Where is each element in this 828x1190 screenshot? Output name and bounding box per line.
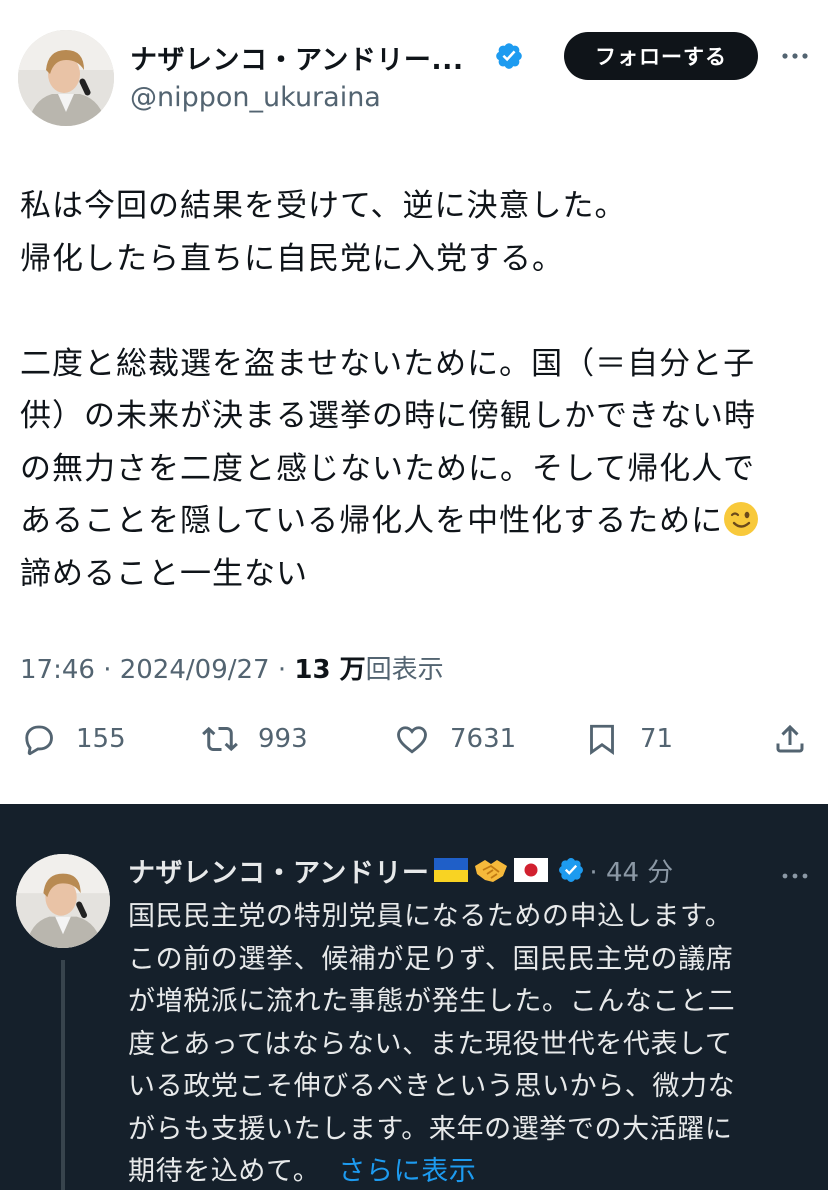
bookmark-icon xyxy=(590,724,614,755)
verified-badge-icon xyxy=(559,858,584,882)
retweet-icon xyxy=(202,726,238,752)
tweet-text-line: の無力さを二度と感じないために。そして帰化人で xyxy=(20,450,756,487)
reply-text-line: 国民民主党の特別党員になるための申込します。 xyxy=(128,901,733,932)
follow-button[interactable]: フォローする xyxy=(564,32,758,80)
like-button[interactable]: 7631 xyxy=(394,712,516,766)
author-name[interactable]: ナザレンコ・アンドリー... xyxy=(130,38,464,77)
more-icon[interactable] xyxy=(780,864,810,888)
bookmark-count: 71 xyxy=(640,724,674,754)
view-count: 13 万 xyxy=(294,655,366,685)
reply-text-line: がらも支援いたします。来年の選挙での大活躍に xyxy=(128,1113,733,1145)
reply-text-line: が増税派に流れた事態が発生した。こんなこと二 xyxy=(128,986,736,1017)
tweet-text-line-with-emoji: あることを隠している帰化人を中性化するために xyxy=(20,495,820,548)
main-tweet: ナザレンコ・アンドリー... @nippon_ukuraina フォローする 私… xyxy=(0,0,828,804)
reply-button[interactable]: 155 xyxy=(20,712,126,766)
ukraine-flag-emoji xyxy=(434,858,469,882)
reply-text-line: 度とあってはならない、また現役世代を代表して xyxy=(128,1028,733,1060)
avatar[interactable] xyxy=(18,30,114,126)
japan-flag-emoji xyxy=(514,858,549,882)
reply-text-fragment: 期待を込めて。 xyxy=(128,1156,321,1187)
avatar[interactable] xyxy=(16,854,110,948)
author-handle[interactable]: @nippon_ukuraina xyxy=(130,82,381,113)
reply-header: ナザレンコ・アンドリー · 44 分 xyxy=(128,851,673,890)
view-label: 回表示 xyxy=(365,655,444,685)
bookmark-button[interactable]: 71 xyxy=(584,712,673,766)
tweet-text-line: 諦めること一生ない xyxy=(20,555,308,592)
reply-text-line: この前の選挙、候補が足りず、国民民主党の議席 xyxy=(128,943,734,975)
tweet-text-line: 帰化したら直ちに自民党に入党する。 xyxy=(20,240,564,277)
action-bar: 155 993 7631 71 xyxy=(0,712,828,766)
quoted-reply-tweet[interactable]: ナザレンコ・アンドリー · 44 分 国民民主党の特別党員になるための申込します… xyxy=(0,804,828,1190)
share-icon xyxy=(776,724,804,753)
like-count: 7631 xyxy=(450,724,517,754)
handshake-emoji xyxy=(475,860,508,882)
thread-line xyxy=(61,960,65,1190)
heart-icon xyxy=(397,726,427,754)
reply-timestamp[interactable]: · 44 分 xyxy=(589,852,673,889)
reply-text-line-last: 期待を込めて。 さらに表示 xyxy=(128,1151,818,1190)
more-icon[interactable] xyxy=(780,44,810,68)
reply-icon xyxy=(25,725,53,756)
reply-count: 155 xyxy=(76,724,126,754)
tweet-text-fragment: あることを隠している帰化人を中性化するために xyxy=(20,503,724,539)
reply-text-line: いる政党こそ伸びるべきという思いから、微力な xyxy=(128,1071,736,1102)
tweet-text-line: 二度と総裁選を盗ませないために。国（＝自分と子 xyxy=(20,345,756,382)
tweet-text-line: 供）の未来が決まる選挙の時に傍観しかできない時 xyxy=(20,398,756,434)
timestamp[interactable]: 17:46 · 2024/09/27 · xyxy=(20,655,294,685)
tweet-text-line: 私は今回の結果を受けて、逆に決意した。 xyxy=(20,188,627,224)
author-name[interactable]: ナザレンコ・アンドリー xyxy=(128,851,429,890)
tweet-text: 私は今回の結果を受けて、逆に決意した。 帰化したら直ちに自民党に入党する。 二度… xyxy=(20,180,820,600)
reply-text: 国民民主党の特別党員になるための申込します。 この前の選挙、候補が足りず、国民民… xyxy=(128,896,818,1190)
share-button[interactable] xyxy=(772,712,808,766)
retweet-button[interactable]: 993 xyxy=(202,712,308,766)
tweet-text-line xyxy=(20,285,820,338)
retweet-count: 993 xyxy=(258,724,308,754)
tweet-meta: 17:46 · 2024/09/27 · 13 万回表示 xyxy=(20,649,444,686)
verified-badge-icon xyxy=(496,43,522,69)
winking-face-emoji xyxy=(724,502,759,536)
show-more-link[interactable]: さらに表示 xyxy=(338,1156,476,1187)
